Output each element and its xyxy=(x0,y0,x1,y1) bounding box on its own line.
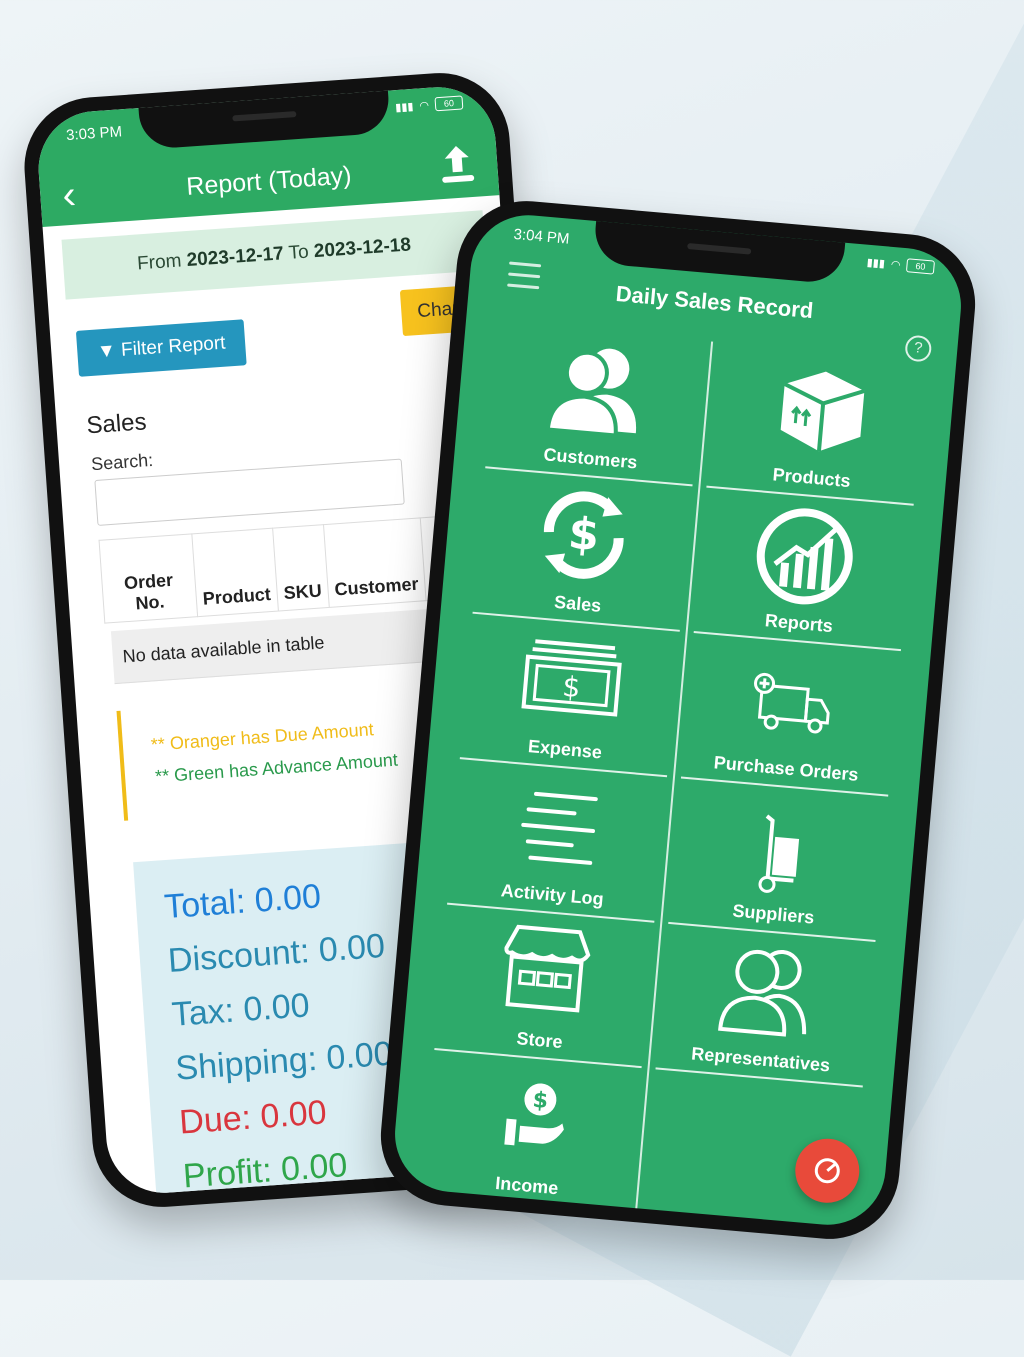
notch xyxy=(592,218,846,285)
dashboard-screen: 3:04 PM ▮▮▮ ◠ 60 Daily Sales Record ? Cu… xyxy=(390,210,966,1230)
dashboard-phone: 3:04 PM ▮▮▮ ◠ 60 Daily Sales Record ? Cu… xyxy=(375,195,981,1245)
shipping-value: Shipping: 0.00 xyxy=(174,1034,394,1088)
menu-item-sales[interactable]: $ Sales xyxy=(467,468,699,633)
status-time: 3:04 PM xyxy=(512,225,571,248)
status-icons: ▮▮▮ ◠ 60 xyxy=(395,95,464,114)
menu-item-representatives[interactable]: Representatives xyxy=(649,923,881,1088)
svg-text:$: $ xyxy=(566,508,601,561)
status-time: 3:03 PM xyxy=(65,123,123,145)
menu-item-reports[interactable]: Reports xyxy=(688,487,920,652)
store-icon xyxy=(504,924,591,1013)
search-label: Search: xyxy=(90,449,154,475)
due-value: Due: 0.00 xyxy=(178,1093,328,1142)
dashboard-fab[interactable] xyxy=(792,1136,862,1206)
truck-icon xyxy=(754,672,830,734)
battery-icon: 60 xyxy=(905,258,936,275)
status-icons: ▮▮▮ ◠ 60 xyxy=(866,255,936,275)
cash-icon: $ xyxy=(521,639,622,717)
legend-advance: ** Green has Advance Amount xyxy=(154,749,399,787)
filter-report-label: Filter Report xyxy=(120,332,227,361)
upload-icon[interactable] xyxy=(436,141,479,188)
growth-chart-icon xyxy=(756,508,853,605)
box-icon xyxy=(780,371,865,452)
wifi-icon: ◠ xyxy=(890,258,902,272)
wifi-icon: ◠ xyxy=(419,99,430,112)
profit-value: Profit: 0.00 xyxy=(181,1146,349,1196)
hand-truck-icon xyxy=(758,814,800,893)
menu-item-income[interactable]: $ Income xyxy=(416,1049,648,1214)
column-header[interactable]: Customer xyxy=(323,517,427,608)
column-header[interactable]: SKU xyxy=(272,524,330,612)
svg-text:$: $ xyxy=(561,670,582,704)
battery-icon: 60 xyxy=(434,95,464,112)
svg-text:$: $ xyxy=(532,1088,549,1114)
menu-item-purchase-orders[interactable]: Purchase Orders xyxy=(675,633,907,798)
speedometer-icon xyxy=(814,1158,840,1184)
customers-icon xyxy=(545,348,637,438)
from-label: From xyxy=(136,250,183,275)
menu-item-customers[interactable]: Customers xyxy=(479,322,711,487)
dollar-cycle-icon: $ xyxy=(543,491,624,579)
menu-item-products[interactable]: Products xyxy=(700,342,932,507)
section-title: Sales xyxy=(85,408,148,440)
column-header[interactable]: Product xyxy=(191,528,279,617)
menu-item-activity-log[interactable]: Activity Log xyxy=(441,759,673,924)
list-icon xyxy=(521,791,598,865)
page-title: Report (Today) xyxy=(185,161,353,201)
date-range-banner: From 2023-12-17 To 2023-12-18 xyxy=(61,210,487,300)
signal-icon: ▮▮▮ xyxy=(394,100,414,114)
menu-item-store[interactable]: Store xyxy=(428,904,660,1069)
filter-icon: ▼ xyxy=(96,340,117,363)
menu-label: Representatives xyxy=(690,1043,831,1076)
menu-label: Income xyxy=(494,1172,560,1199)
people-icon xyxy=(718,949,807,1037)
tax-value: Tax: 0.00 xyxy=(170,986,311,1034)
discount-value: Discount: 0.00 xyxy=(166,926,387,981)
to-label: To xyxy=(287,241,310,264)
income-icon: $ xyxy=(504,1083,564,1146)
menu-item-suppliers[interactable]: Suppliers xyxy=(662,778,894,943)
from-date: 2023-12-17 xyxy=(185,243,285,272)
column-header[interactable]: Order No. xyxy=(99,533,198,624)
filter-report-button[interactable]: ▼ Filter Report xyxy=(75,319,247,377)
legend-due: ** Oranger has Due Amount xyxy=(150,719,375,755)
menu-item-expense[interactable]: $ Expense xyxy=(454,613,686,778)
to-date: 2023-12-18 xyxy=(313,234,412,263)
total-value: Total: 0.00 xyxy=(162,877,323,927)
signal-icon: ▮▮▮ xyxy=(866,256,886,270)
